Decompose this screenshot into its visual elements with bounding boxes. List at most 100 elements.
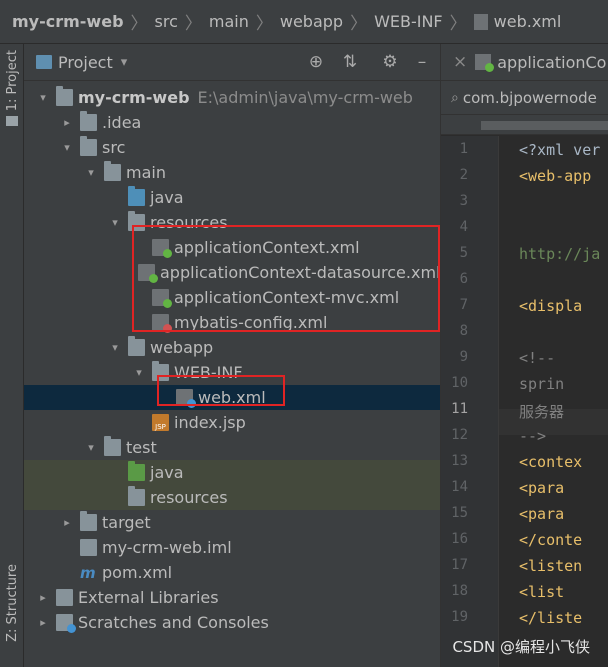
code-line: <listen bbox=[519, 557, 583, 575]
chevron-down-icon[interactable]: ▾ bbox=[36, 91, 50, 105]
horizontal-scrollbar[interactable] bbox=[441, 115, 608, 135]
resources-folder-icon bbox=[128, 211, 145, 231]
tree-item-label: applicationContext-datasource.xml bbox=[160, 263, 441, 282]
tree-item[interactable]: ▾ src bbox=[24, 135, 440, 160]
excluded-folder-icon bbox=[80, 511, 97, 531]
folder-icon bbox=[80, 111, 97, 131]
editor-tab-bar: × applicationCo bbox=[441, 44, 608, 81]
collapse-all-icon[interactable]: ⇅ bbox=[340, 52, 360, 72]
tree-item-label: WEB-INF bbox=[174, 363, 243, 382]
breadcrumb-item[interactable]: src bbox=[155, 12, 178, 31]
project-tool-tab[interactable]: 1: Project bbox=[0, 50, 24, 127]
breadcrumb: my-crm-web 〉 src 〉 main 〉 webapp 〉 WEB-INF 〉 web.x… bbox=[0, 0, 608, 44]
test-folder-icon bbox=[128, 461, 145, 481]
tree-item[interactable]: applicationContext-datasource.xml bbox=[24, 260, 440, 285]
tree-item-label: resources bbox=[150, 213, 228, 232]
code-line: <para bbox=[519, 479, 565, 497]
code-line: <para bbox=[519, 505, 565, 523]
locate-icon[interactable]: ⊕ bbox=[306, 52, 326, 72]
project-panel: Project ▾ ⊕ ⇅ ⚙ – ▾ my-crm-web E:\admin\ja… bbox=[24, 44, 440, 667]
view-dropdown-icon[interactable]: ▾ bbox=[121, 55, 128, 70]
tree-item[interactable]: applicationContext.xml bbox=[24, 235, 440, 260]
structure-tool-tab[interactable]: Z: Structure bbox=[0, 564, 24, 642]
jsp-icon: JSP bbox=[152, 414, 169, 431]
web-xml-icon bbox=[176, 389, 196, 408]
chevron-down-icon[interactable]: ▾ bbox=[108, 341, 122, 355]
breadcrumb-item[interactable]: webapp bbox=[280, 12, 343, 31]
code-line: </conte bbox=[519, 531, 583, 549]
close-tab-icon[interactable]: × bbox=[453, 52, 467, 72]
tree-item[interactable]: mybatis-config.xml bbox=[24, 310, 440, 335]
tree-item[interactable]: JSP index.jsp bbox=[24, 410, 440, 435]
hide-panel-icon[interactable]: – bbox=[412, 52, 432, 72]
chevron-right-icon[interactable]: ▸ bbox=[36, 616, 50, 630]
tree-item[interactable]: ▸ External Libraries bbox=[24, 585, 440, 610]
source-folder-icon bbox=[128, 186, 145, 206]
tree-item[interactable]: ▾ main bbox=[24, 160, 440, 185]
code-line: <contex bbox=[519, 453, 583, 471]
web-folder-icon bbox=[128, 336, 145, 356]
chevron-down-icon[interactable]: ▾ bbox=[60, 141, 74, 155]
tree-item[interactable]: ▸ Scratches and Consoles bbox=[24, 610, 440, 635]
tree-item-label: src bbox=[102, 138, 126, 157]
tree-item[interactable]: ▸ target bbox=[24, 510, 440, 535]
breadcrumb-item[interactable]: main bbox=[209, 12, 249, 31]
chevron-down-icon[interactable]: ▾ bbox=[108, 216, 122, 230]
folder-icon bbox=[6, 116, 18, 127]
tree-item[interactable]: m pom.xml bbox=[24, 560, 440, 585]
chevron-down-icon[interactable]: ▾ bbox=[132, 366, 146, 380]
tree-item-label: main bbox=[126, 163, 166, 182]
web-xml-icon bbox=[473, 13, 488, 30]
tree-item[interactable]: resources bbox=[24, 485, 440, 510]
tree-item-label: web.xml bbox=[198, 388, 266, 407]
code-line: http://ja bbox=[519, 245, 601, 263]
code-line: sprin bbox=[519, 375, 565, 393]
tree-item[interactable]: applicationContext-mvc.xml bbox=[24, 285, 440, 310]
tree-item-label: Scratches and Consoles bbox=[78, 613, 269, 632]
tree-arrow-spacer bbox=[108, 491, 122, 505]
chevron-right-icon[interactable]: ▸ bbox=[60, 516, 74, 530]
line-number: 11 bbox=[451, 401, 468, 417]
editor-tab-label[interactable]: applicationCo bbox=[497, 53, 606, 72]
line-number: 2 bbox=[459, 167, 468, 183]
iml-icon bbox=[80, 539, 97, 556]
chevron-down-icon[interactable]: ▾ bbox=[84, 166, 98, 180]
tree-item[interactable]: my-crm-web.iml bbox=[24, 535, 440, 560]
chevron-right-icon[interactable]: ▸ bbox=[60, 116, 74, 130]
breadcrumb-item[interactable]: my-crm-web bbox=[12, 12, 124, 31]
folder-icon bbox=[152, 361, 169, 381]
gear-icon[interactable]: ⚙ bbox=[380, 52, 400, 72]
badge-icon bbox=[149, 274, 158, 283]
breadcrumb-separator: 〉 bbox=[255, 14, 273, 34]
line-number: 17 bbox=[451, 557, 468, 573]
scrollbar-thumb[interactable] bbox=[481, 121, 608, 130]
panel-title[interactable]: Project bbox=[58, 53, 113, 72]
tree-item[interactable]: ▾ test bbox=[24, 435, 440, 460]
breadcrumb-item[interactable]: web.xml bbox=[494, 12, 562, 31]
tree-item[interactable]: web.xml bbox=[24, 385, 440, 410]
tree-arrow-spacer bbox=[132, 291, 146, 305]
tree-arrow-spacer bbox=[60, 566, 74, 580]
line-number: 5 bbox=[459, 245, 468, 261]
chevron-right-icon[interactable]: ▸ bbox=[36, 591, 50, 605]
tree-item[interactable]: ▾ resources bbox=[24, 210, 440, 235]
line-number-gutter: 1 2 3 4 5 6 7 8 9 10 11 12 13 14 15 16 17 18 19 bbox=[441, 136, 499, 667]
breadcrumb-item[interactable]: WEB-INF bbox=[374, 12, 443, 31]
tree-arrow-spacer bbox=[132, 241, 146, 255]
search-input[interactable]: com.bjpowernode bbox=[463, 89, 597, 107]
folder-icon bbox=[104, 436, 121, 456]
project-view-icon bbox=[36, 55, 52, 69]
tree-item[interactable]: ▾ my-crm-web E:\admin\java\my-crm-web bbox=[24, 85, 440, 110]
ide-window: my-crm-web 〉 src 〉 main 〉 webapp 〉 WEB-INF 〉 web.x… bbox=[0, 0, 608, 667]
spring-xml-icon bbox=[152, 289, 172, 308]
chevron-down-icon[interactable]: ▾ bbox=[84, 441, 98, 455]
tree-item[interactable]: ▾ webapp bbox=[24, 335, 440, 360]
line-number: 16 bbox=[451, 531, 468, 547]
tree-item[interactable]: java bbox=[24, 460, 440, 485]
search-bar[interactable]: ⌕ com.bjpowernode bbox=[441, 81, 608, 115]
tree-item[interactable]: ▾ WEB-INF bbox=[24, 360, 440, 385]
tree-item[interactable]: ▸ .idea bbox=[24, 110, 440, 135]
tree-item[interactable]: java bbox=[24, 185, 440, 210]
folder-icon bbox=[80, 136, 97, 156]
maven-icon: m bbox=[80, 564, 96, 582]
